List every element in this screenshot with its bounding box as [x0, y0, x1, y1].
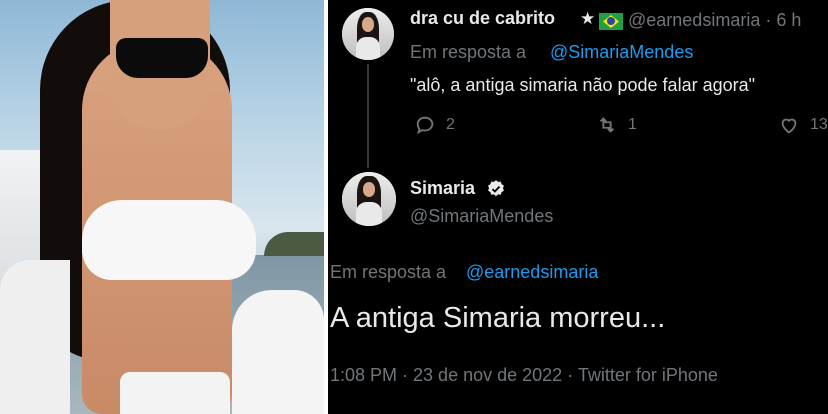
reply-to-link[interactable]: @SimariaMendes: [550, 42, 693, 63]
reply-button[interactable]: 2: [414, 114, 455, 136]
retweet-icon: [599, 117, 615, 133]
retweet-button[interactable]: 1: [596, 114, 637, 136]
reply-author-avatar[interactable]: [342, 8, 394, 60]
bikini-top: [82, 200, 256, 280]
sunglasses: [116, 38, 208, 78]
photo-panel: [0, 0, 324, 414]
main-reply-to-link[interactable]: @earnedsimaria: [466, 262, 598, 283]
main-author-name[interactable]: Simaria: [410, 178, 475, 199]
like-button[interactable]: 13: [778, 114, 828, 136]
reply-tweet-text: "alô, a antiga simaria não pode falar ag…: [410, 75, 755, 95]
main-author-handle[interactable]: @SimariaMendes: [410, 206, 553, 227]
main-author-avatar[interactable]: [342, 172, 396, 226]
reply-icon: [416, 116, 434, 135]
reply-count: 2: [446, 116, 455, 133]
star-icon: ★: [580, 9, 596, 28]
like-count: 13: [810, 116, 828, 133]
reply-timestamp: · 6 h: [765, 10, 802, 30]
reply-author-handle[interactable]: @earnedsimaria · 6 h: [628, 10, 801, 31]
tweet-panel: dra cu de cabrito ★ @earnedsimaria · 6 h…: [328, 0, 828, 414]
brazil-flag-icon: [599, 13, 623, 30]
main-tweet-text: A antiga Simaria morreu...: [330, 302, 666, 334]
shirt-right: [232, 290, 324, 414]
bikini-bottom: [120, 372, 230, 414]
verified-badge-icon: [488, 180, 504, 197]
reply-author-name[interactable]: dra cu de cabrito: [410, 8, 555, 29]
heart-icon: [781, 118, 797, 134]
reply-handle-text: @earnedsimaria: [628, 10, 761, 30]
reply-context-label: Em resposta a: [410, 42, 527, 62]
tweet-metadata: 1:08 PM · 23 de nov de 2022 · Twitter fo…: [330, 365, 718, 385]
thread-line: [367, 64, 369, 168]
retweet-count: 1: [628, 116, 637, 133]
shirt-left: [0, 260, 70, 414]
shoreline: [264, 232, 324, 256]
main-reply-context-label: Em resposta a: [330, 262, 447, 282]
